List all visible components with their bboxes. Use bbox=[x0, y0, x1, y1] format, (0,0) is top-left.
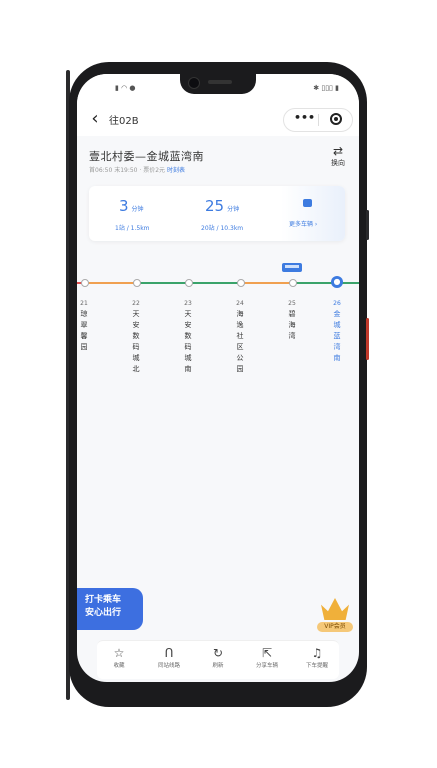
bottom-toolbar: ☆ 收藏 ᑎ 同站线路 ↻ 刷新 ⇱ 分享车辆 ♫ 下车提醒 bbox=[97, 640, 339, 679]
same-stop-lines-button[interactable]: ᑎ 同站线路 bbox=[149, 645, 189, 671]
line-segment bbox=[241, 282, 293, 284]
back-button[interactable]: ‹ bbox=[85, 109, 105, 129]
speaker-grille bbox=[208, 80, 232, 84]
stop-number: 21 bbox=[80, 300, 88, 307]
power-button bbox=[366, 318, 369, 360]
live-bus-icon bbox=[282, 263, 302, 272]
share-bus-button[interactable]: ⇱ 分享车辆 bbox=[247, 645, 287, 671]
swap-icon: ⇄ bbox=[332, 144, 344, 158]
stop-number: 23 bbox=[184, 300, 192, 307]
status-left-icons: ▮ ◠ ● bbox=[115, 84, 136, 92]
switch-direction-label: 换向 bbox=[331, 159, 345, 167]
stop-name: 天安数码城北 bbox=[132, 310, 140, 373]
arrival-card: 3 分钟 1站 / 1.5km 25 分钟 20站 / 10.3km 更多车辆 › bbox=[89, 186, 345, 241]
eta-distance: 1站 / 1.5km bbox=[115, 225, 150, 232]
crown-icon bbox=[321, 598, 349, 620]
route-line: ● bbox=[77, 274, 359, 294]
miniprogram-capsule: ••• bbox=[283, 108, 353, 132]
notch bbox=[180, 74, 256, 94]
navigation-bar: ‹ 往02B ••• bbox=[77, 102, 359, 136]
stop-dot bbox=[289, 279, 297, 287]
stop-dot bbox=[185, 279, 193, 287]
route-icon: ᑎ bbox=[164, 646, 174, 660]
eta-second-bus: 25 分钟 bbox=[205, 196, 239, 215]
stop-number: 25 bbox=[288, 300, 296, 307]
tab-label: 收藏 bbox=[113, 663, 125, 669]
line-segment bbox=[85, 282, 137, 284]
stop-item[interactable]: 21 琼翠馨园 bbox=[78, 298, 90, 353]
line-segment bbox=[189, 282, 241, 284]
stop-name: 碧海湾 bbox=[288, 310, 296, 340]
stop-dot bbox=[237, 279, 245, 287]
stop-item[interactable]: 22 天安数码城北 bbox=[130, 298, 142, 375]
stop-dot bbox=[133, 279, 141, 287]
stop-item[interactable]: 25 碧海湾 bbox=[286, 298, 298, 342]
eta-distance: 20站 / 10.3km bbox=[201, 225, 244, 232]
vip-badge[interactable]: VIP会员 bbox=[317, 598, 353, 632]
eta-next-bus: 3 分钟 bbox=[119, 196, 144, 215]
close-miniprogram-button[interactable] bbox=[330, 113, 342, 125]
star-icon: ☆ bbox=[113, 646, 125, 660]
timetable-link[interactable]: 时刻表 bbox=[167, 167, 185, 174]
bus-icon bbox=[303, 199, 312, 207]
share-icon: ⇱ bbox=[261, 646, 273, 660]
eta-unit: 分钟 bbox=[131, 206, 144, 213]
route-title: 壹北村委—金城蓝湾南 bbox=[89, 150, 204, 163]
alight-reminder-button[interactable]: ♫ 下车提醒 bbox=[297, 645, 337, 671]
stop-item[interactable]: 24 海逸社区公园 bbox=[234, 298, 246, 375]
stop-name: 天安数码城南 bbox=[184, 310, 192, 373]
current-stop-marker: ● bbox=[331, 276, 343, 288]
checkin-promo-banner[interactable]: 打卡乘车 安心出行 bbox=[77, 588, 143, 630]
switch-direction-button[interactable]: ⇄ 换向 bbox=[326, 144, 350, 168]
more-buses-link[interactable]: 更多车辆 › bbox=[289, 219, 317, 228]
camera-icon bbox=[188, 77, 200, 89]
promo-line-2: 安心出行 bbox=[85, 608, 122, 618]
status-right-icons: ✱ ▯▯▯ ▮ bbox=[313, 84, 339, 92]
tab-label: 下车提醒 bbox=[305, 663, 328, 669]
phone-screen: ▮ ◠ ● ✱ ▯▯▯ ▮ ‹ 往02B ••• 壹北村委—金城蓝湾南 首06:… bbox=[77, 74, 359, 682]
stop-item-current[interactable]: 26 金城蓝湾南 bbox=[331, 298, 343, 364]
page-title: 往02B bbox=[109, 116, 139, 127]
refresh-icon: ↻ bbox=[212, 646, 224, 660]
stop-name: 海逸社区公园 bbox=[236, 310, 244, 373]
stop-item[interactable]: 23 天安数码城南 bbox=[182, 298, 194, 375]
stop-dot bbox=[81, 279, 89, 287]
stop-number: 26 bbox=[333, 300, 341, 307]
favorite-button[interactable]: ☆ 收藏 bbox=[99, 645, 139, 671]
capsule-divider bbox=[318, 114, 319, 126]
vip-label: VIP会员 bbox=[317, 622, 353, 632]
route-info: 首06:50 末19:50 · 票价2元 时刻表 bbox=[89, 165, 185, 174]
service-hours: 首06:50 末19:50 · 票价2元 bbox=[89, 167, 166, 174]
promo-line-1: 打卡乘车 bbox=[85, 595, 122, 605]
eta-minutes: 3 bbox=[119, 197, 129, 215]
stop-name: 金城蓝湾南 bbox=[333, 310, 341, 362]
refresh-button[interactable]: ↻ 刷新 bbox=[198, 645, 238, 671]
stop-name: 琼翠馨园 bbox=[80, 310, 88, 351]
stop-number: 22 bbox=[132, 300, 140, 307]
more-menu-button[interactable]: ••• bbox=[294, 111, 315, 124]
stop-number: 24 bbox=[236, 300, 244, 307]
eta-minutes: 25 bbox=[205, 197, 225, 215]
line-segment bbox=[137, 282, 189, 284]
tab-label: 同站线路 bbox=[157, 663, 180, 669]
bell-icon: ♫ bbox=[311, 646, 323, 660]
more-buses-panel[interactable]: 更多车辆 › bbox=[281, 186, 345, 241]
tab-label: 刷新 bbox=[212, 663, 224, 669]
volume-button bbox=[366, 210, 369, 240]
tab-label: 分享车辆 bbox=[255, 663, 278, 669]
eta-unit: 分钟 bbox=[227, 206, 240, 213]
